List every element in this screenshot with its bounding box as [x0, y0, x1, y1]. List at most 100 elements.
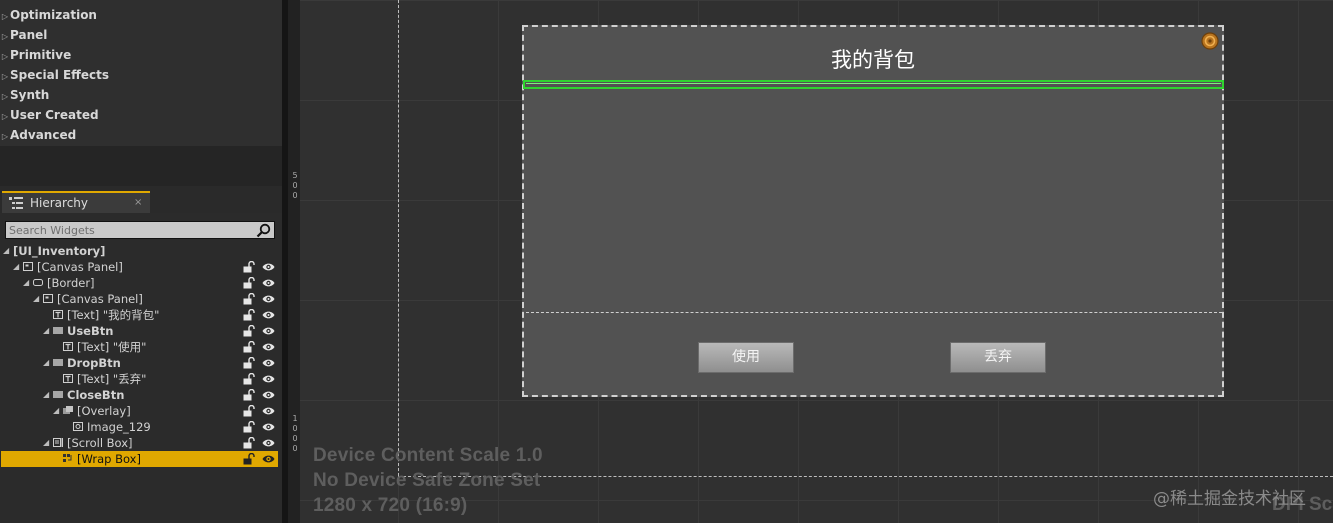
expand-arrow-icon[interactable]: ▷: [0, 47, 10, 67]
lock-icon[interactable]: [243, 421, 255, 433]
hierarchy-row-label: DropBtn: [67, 356, 121, 370]
expand-arrow-icon[interactable]: ▷: [0, 67, 10, 87]
visibility-eye-icon[interactable]: [262, 358, 275, 368]
close-tab-icon[interactable]: ×: [134, 193, 142, 213]
close-button-icon[interactable]: [1200, 31, 1220, 51]
palette-category-label: Advanced: [10, 128, 77, 142]
hierarchy-row[interactable]: ◢ DropBtn: [1, 355, 278, 371]
scroll-box-bottom-edge: [526, 312, 1222, 313]
collapse-arrow-icon[interactable]: ◢: [53, 403, 59, 419]
search-widgets-input[interactable]: [9, 222, 247, 238]
visibility-eye-icon[interactable]: [262, 326, 275, 336]
lock-icon[interactable]: [243, 453, 255, 465]
overlay-icon: [63, 406, 73, 414]
palette-category-synth[interactable]: ▷ Synth: [0, 85, 49, 105]
expand-arrow-icon[interactable]: ▷: [0, 27, 10, 47]
palette-category-optimization[interactable]: ▷ Optimization: [0, 5, 97, 25]
lock-icon[interactable]: [243, 261, 255, 273]
hierarchy-row[interactable]: ◢ [Scroll Box]: [1, 435, 278, 451]
visibility-eye-icon[interactable]: [262, 406, 275, 416]
visibility-eye-icon[interactable]: [262, 422, 275, 432]
lock-icon[interactable]: [243, 437, 255, 449]
hierarchy-row[interactable]: ◢ [UI_Inventory]: [1, 243, 278, 259]
inventory-title: 我的背包: [831, 48, 915, 72]
palette-category-special-effects[interactable]: ▷ Special Effects: [0, 65, 109, 85]
button-icon: [53, 359, 63, 366]
palette-category-label: Special Effects: [10, 68, 110, 82]
lock-icon[interactable]: [243, 341, 255, 353]
collapse-arrow-icon[interactable]: ◢: [43, 355, 49, 371]
left-panel: Hierarchy × ◢[UI_Inventory]◢[Canvas Pane…: [0, 0, 282, 523]
hierarchy-row[interactable]: [Text] "丢弃": [1, 371, 278, 387]
hierarchy-row[interactable]: ◢ UseBtn: [1, 323, 278, 339]
hierarchy-row-label: Image_129: [87, 420, 151, 434]
hierarchy-row[interactable]: ◢ [Canvas Panel]: [1, 259, 278, 275]
wrap-box-selected[interactable]: [523, 80, 1224, 89]
hierarchy-row[interactable]: [Text] "我的背包": [1, 307, 278, 323]
hierarchy-row[interactable]: Image_129: [1, 419, 278, 435]
hierarchy-row-label: [UI_Inventory]: [13, 244, 106, 258]
lock-icon[interactable]: [243, 277, 255, 289]
visibility-eye-icon[interactable]: [262, 374, 275, 384]
visibility-eye-icon[interactable]: [262, 454, 275, 464]
collapse-arrow-icon[interactable]: ◢: [13, 259, 19, 275]
drop-button[interactable]: 丢弃: [950, 342, 1046, 373]
search-icon[interactable]: [256, 223, 271, 238]
expand-arrow-icon[interactable]: ▷: [0, 7, 10, 27]
watermark-text: @稀土掘金技术社区: [1153, 489, 1306, 509]
text-icon: [63, 374, 73, 383]
visibility-eye-icon[interactable]: [262, 278, 275, 288]
collapse-arrow-icon[interactable]: ◢: [3, 243, 9, 259]
ruler-label-1000: 1000: [292, 414, 298, 453]
hierarchy-row[interactable]: ◢ CloseBtn: [1, 387, 278, 403]
wrap-box-icon: [63, 454, 72, 462]
lock-icon[interactable]: [243, 325, 255, 337]
tab-hierarchy-label: Hierarchy: [30, 196, 89, 210]
text-icon: [63, 342, 73, 351]
palette-category-label: User Created: [10, 108, 99, 122]
hierarchy-row[interactable]: [Text] "使用": [1, 339, 278, 355]
visibility-eye-icon[interactable]: [262, 438, 275, 448]
visibility-eye-icon[interactable]: [262, 262, 275, 272]
palette-category-user-created[interactable]: ▷ User Created: [0, 105, 99, 125]
search-widgets-field[interactable]: [5, 221, 275, 239]
lock-icon[interactable]: [243, 357, 255, 369]
collapse-arrow-icon[interactable]: ◢: [33, 291, 39, 307]
tab-hierarchy[interactable]: Hierarchy ×: [2, 191, 150, 213]
hierarchy-row[interactable]: ◢ [Canvas Panel]: [1, 291, 278, 307]
hierarchy-row-label: [Overlay]: [77, 404, 131, 418]
hierarchy-row-label: CloseBtn: [67, 388, 125, 402]
visibility-eye-icon[interactable]: [262, 294, 275, 304]
collapse-arrow-icon[interactable]: ◢: [23, 275, 29, 291]
collapse-arrow-icon[interactable]: ◢: [43, 387, 49, 403]
palette-category-panel[interactable]: ▷ Panel: [0, 25, 47, 45]
expand-arrow-icon[interactable]: ▷: [0, 107, 10, 127]
lock-icon[interactable]: [243, 405, 255, 417]
hierarchy-row-label: [Wrap Box]: [77, 452, 141, 466]
visibility-eye-icon[interactable]: [262, 342, 275, 352]
use-button[interactable]: 使用: [698, 342, 794, 373]
hierarchy-row-label: [Text] "使用": [77, 340, 147, 354]
lock-icon[interactable]: [243, 309, 255, 321]
canvas-panel-icon: [43, 294, 53, 303]
hierarchy-row-label: [Border]: [47, 276, 95, 290]
visibility-eye-icon[interactable]: [262, 310, 275, 320]
expand-arrow-icon[interactable]: ▷: [0, 87, 10, 107]
palette-category-primitive[interactable]: ▷ Primitive: [0, 45, 71, 65]
hierarchy-row[interactable]: ◢ [Border]: [1, 275, 278, 291]
hierarchy-row-label: [Text] "我的背包": [67, 308, 160, 322]
visibility-eye-icon[interactable]: [262, 390, 275, 400]
hierarchy-icon: [9, 197, 23, 209]
collapse-arrow-icon[interactable]: ◢: [43, 323, 49, 339]
lock-icon[interactable]: [243, 293, 255, 305]
hierarchy-row[interactable]: ◢ [Overlay]: [1, 403, 278, 419]
collapse-arrow-icon[interactable]: ◢: [43, 435, 49, 451]
expand-arrow-icon[interactable]: ▷: [0, 127, 10, 147]
hierarchy-row-label: UseBtn: [67, 324, 114, 338]
hierarchy-row[interactable]: [Wrap Box]: [1, 451, 278, 467]
lock-icon[interactable]: [243, 389, 255, 401]
lock-icon[interactable]: [243, 373, 255, 385]
button-icon: [53, 391, 63, 398]
palette-category-label: Optimization: [10, 8, 97, 22]
palette-category-advanced[interactable]: ▷ Advanced: [0, 125, 76, 145]
